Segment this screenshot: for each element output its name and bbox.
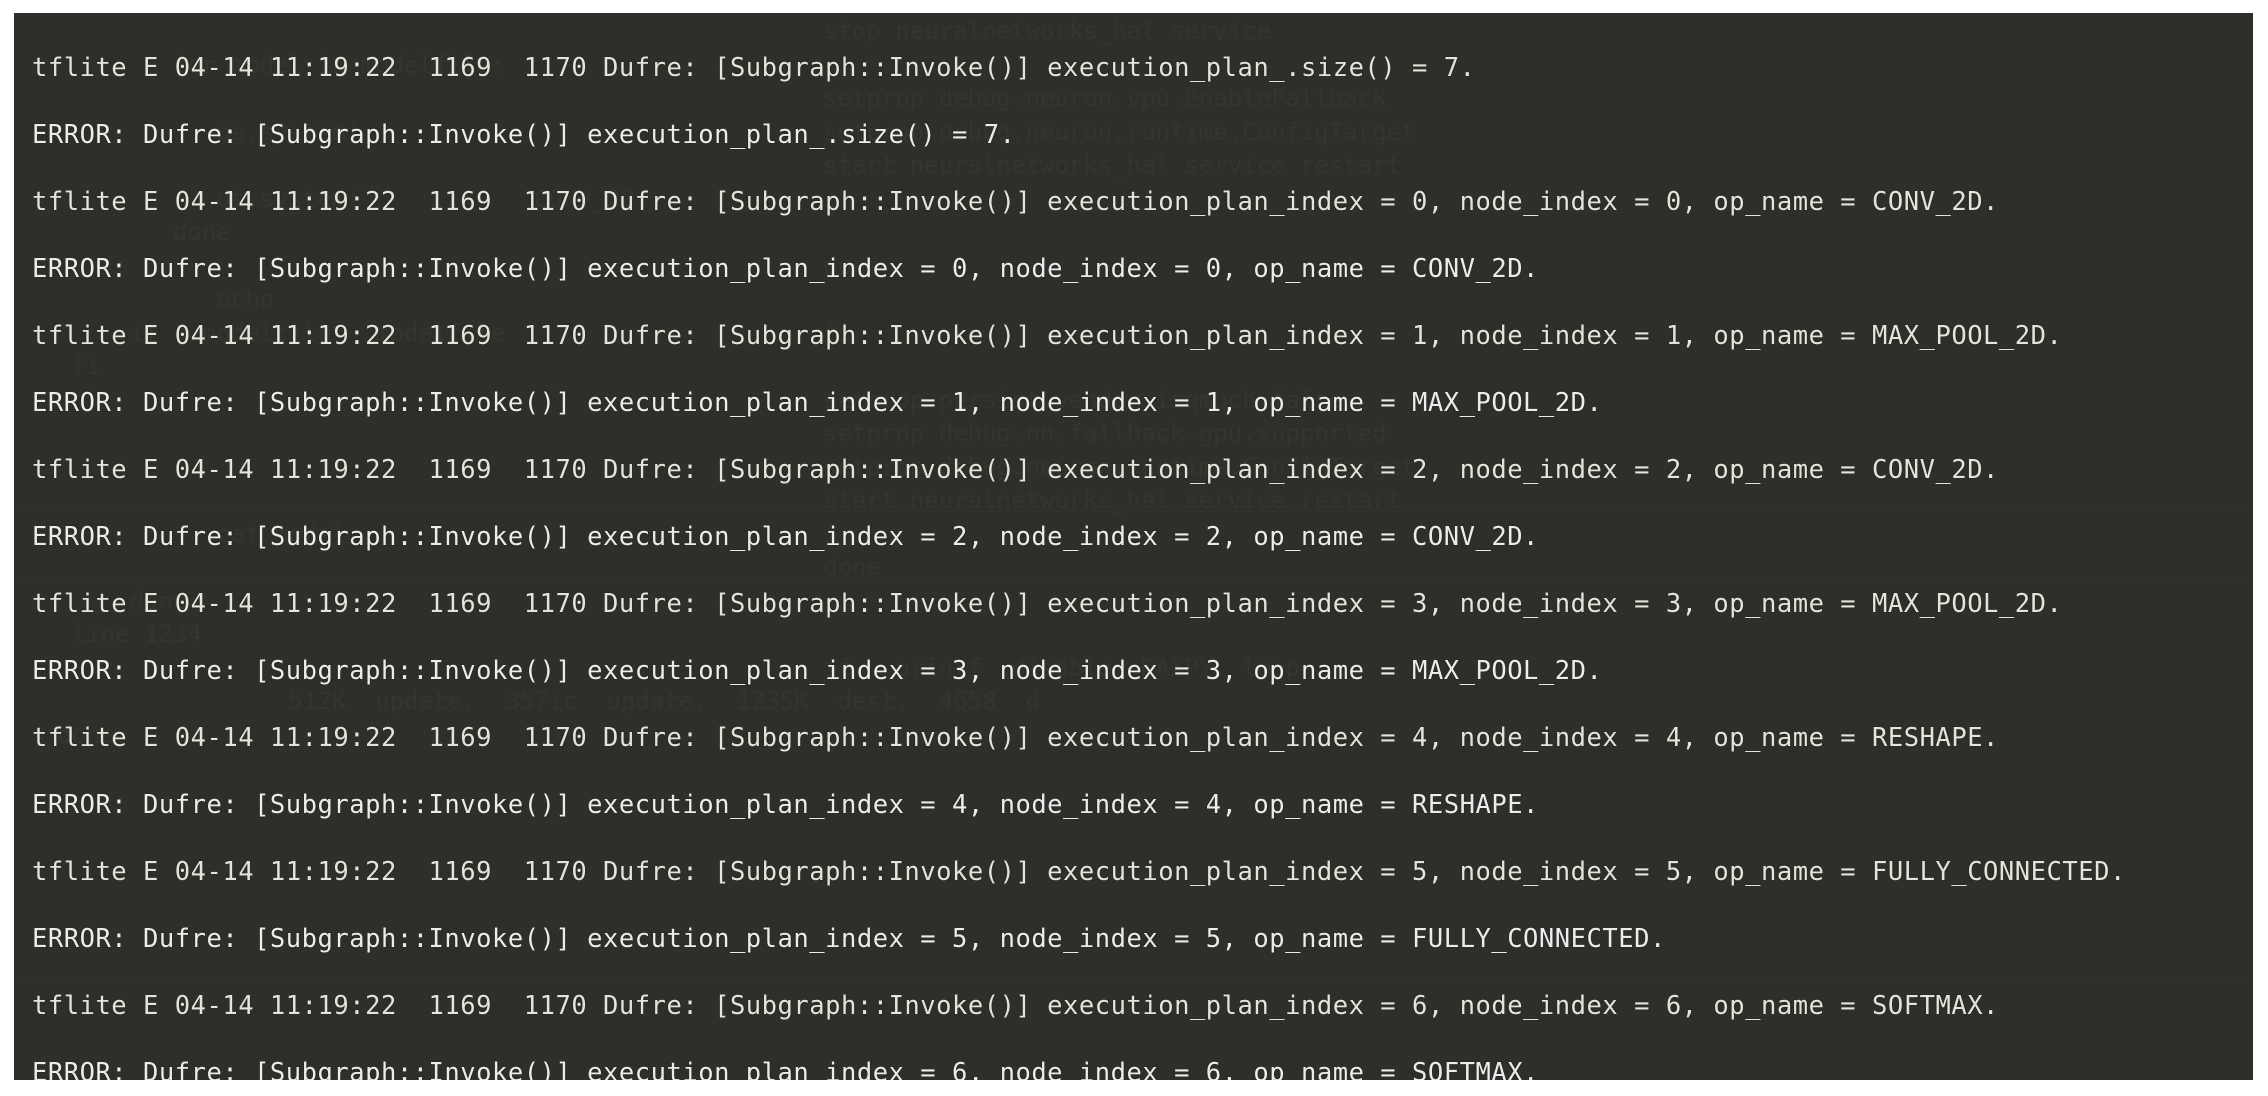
- log-line-tflite: tflite E 04-14 11:19:22 1169 1170 Dufre:…: [32, 991, 1999, 1021]
- log-line-tflite: tflite E 04-14 11:19:22 1169 1170 Dufre:…: [32, 723, 1999, 753]
- log-line-tflite: tflite E 04-14 11:19:22 1169 1170 Dufre:…: [32, 321, 2063, 351]
- log-line-error: ERROR: Dufre: [Subgraph::Invoke()] execu…: [32, 388, 1603, 418]
- log-line-error: ERROR: Dufre: [Subgraph::Invoke()] execu…: [32, 120, 1016, 150]
- log-line-error: ERROR: Dufre: [Subgraph::Invoke()] execu…: [32, 790, 1539, 820]
- log-line-tflite: tflite E 04-14 11:19:22 1169 1170 Dufre:…: [32, 53, 1476, 83]
- log-line-tflite: tflite E 04-14 11:19:22 1169 1170 Dufre:…: [32, 589, 2063, 619]
- log-line-tflite: tflite E 04-14 11:19:22 1169 1170 Dufre:…: [32, 857, 2126, 887]
- log-line-tflite: tflite E 04-14 11:19:22 1169 1170 Dufre:…: [32, 187, 1999, 217]
- log-line-tflite: tflite E 04-14 11:19:22 1169 1170 Dufre:…: [32, 455, 1999, 485]
- screen-root: stop neuralnetworks_hal service for mode…: [0, 0, 2268, 1096]
- log-line-error: ERROR: Dufre: [Subgraph::Invoke()] execu…: [32, 656, 1603, 686]
- log-line-error: ERROR: Dufre: [Subgraph::Invoke()] execu…: [32, 924, 1666, 954]
- log-line-error: ERROR: Dufre: [Subgraph::Invoke()] execu…: [32, 254, 1539, 284]
- log-line-error: ERROR: Dufre: [Subgraph::Invoke()] execu…: [32, 522, 1539, 552]
- terminal-log-panel[interactable]: stop neuralnetworks_hal service for mode…: [14, 13, 2253, 1080]
- log-line-error: ERROR: Dufre: [Subgraph::Invoke()] execu…: [32, 1058, 1539, 1080]
- log-output-lines: tflite E 04-14 11:19:22 1169 1170 Dufre:…: [14, 13, 2253, 1080]
